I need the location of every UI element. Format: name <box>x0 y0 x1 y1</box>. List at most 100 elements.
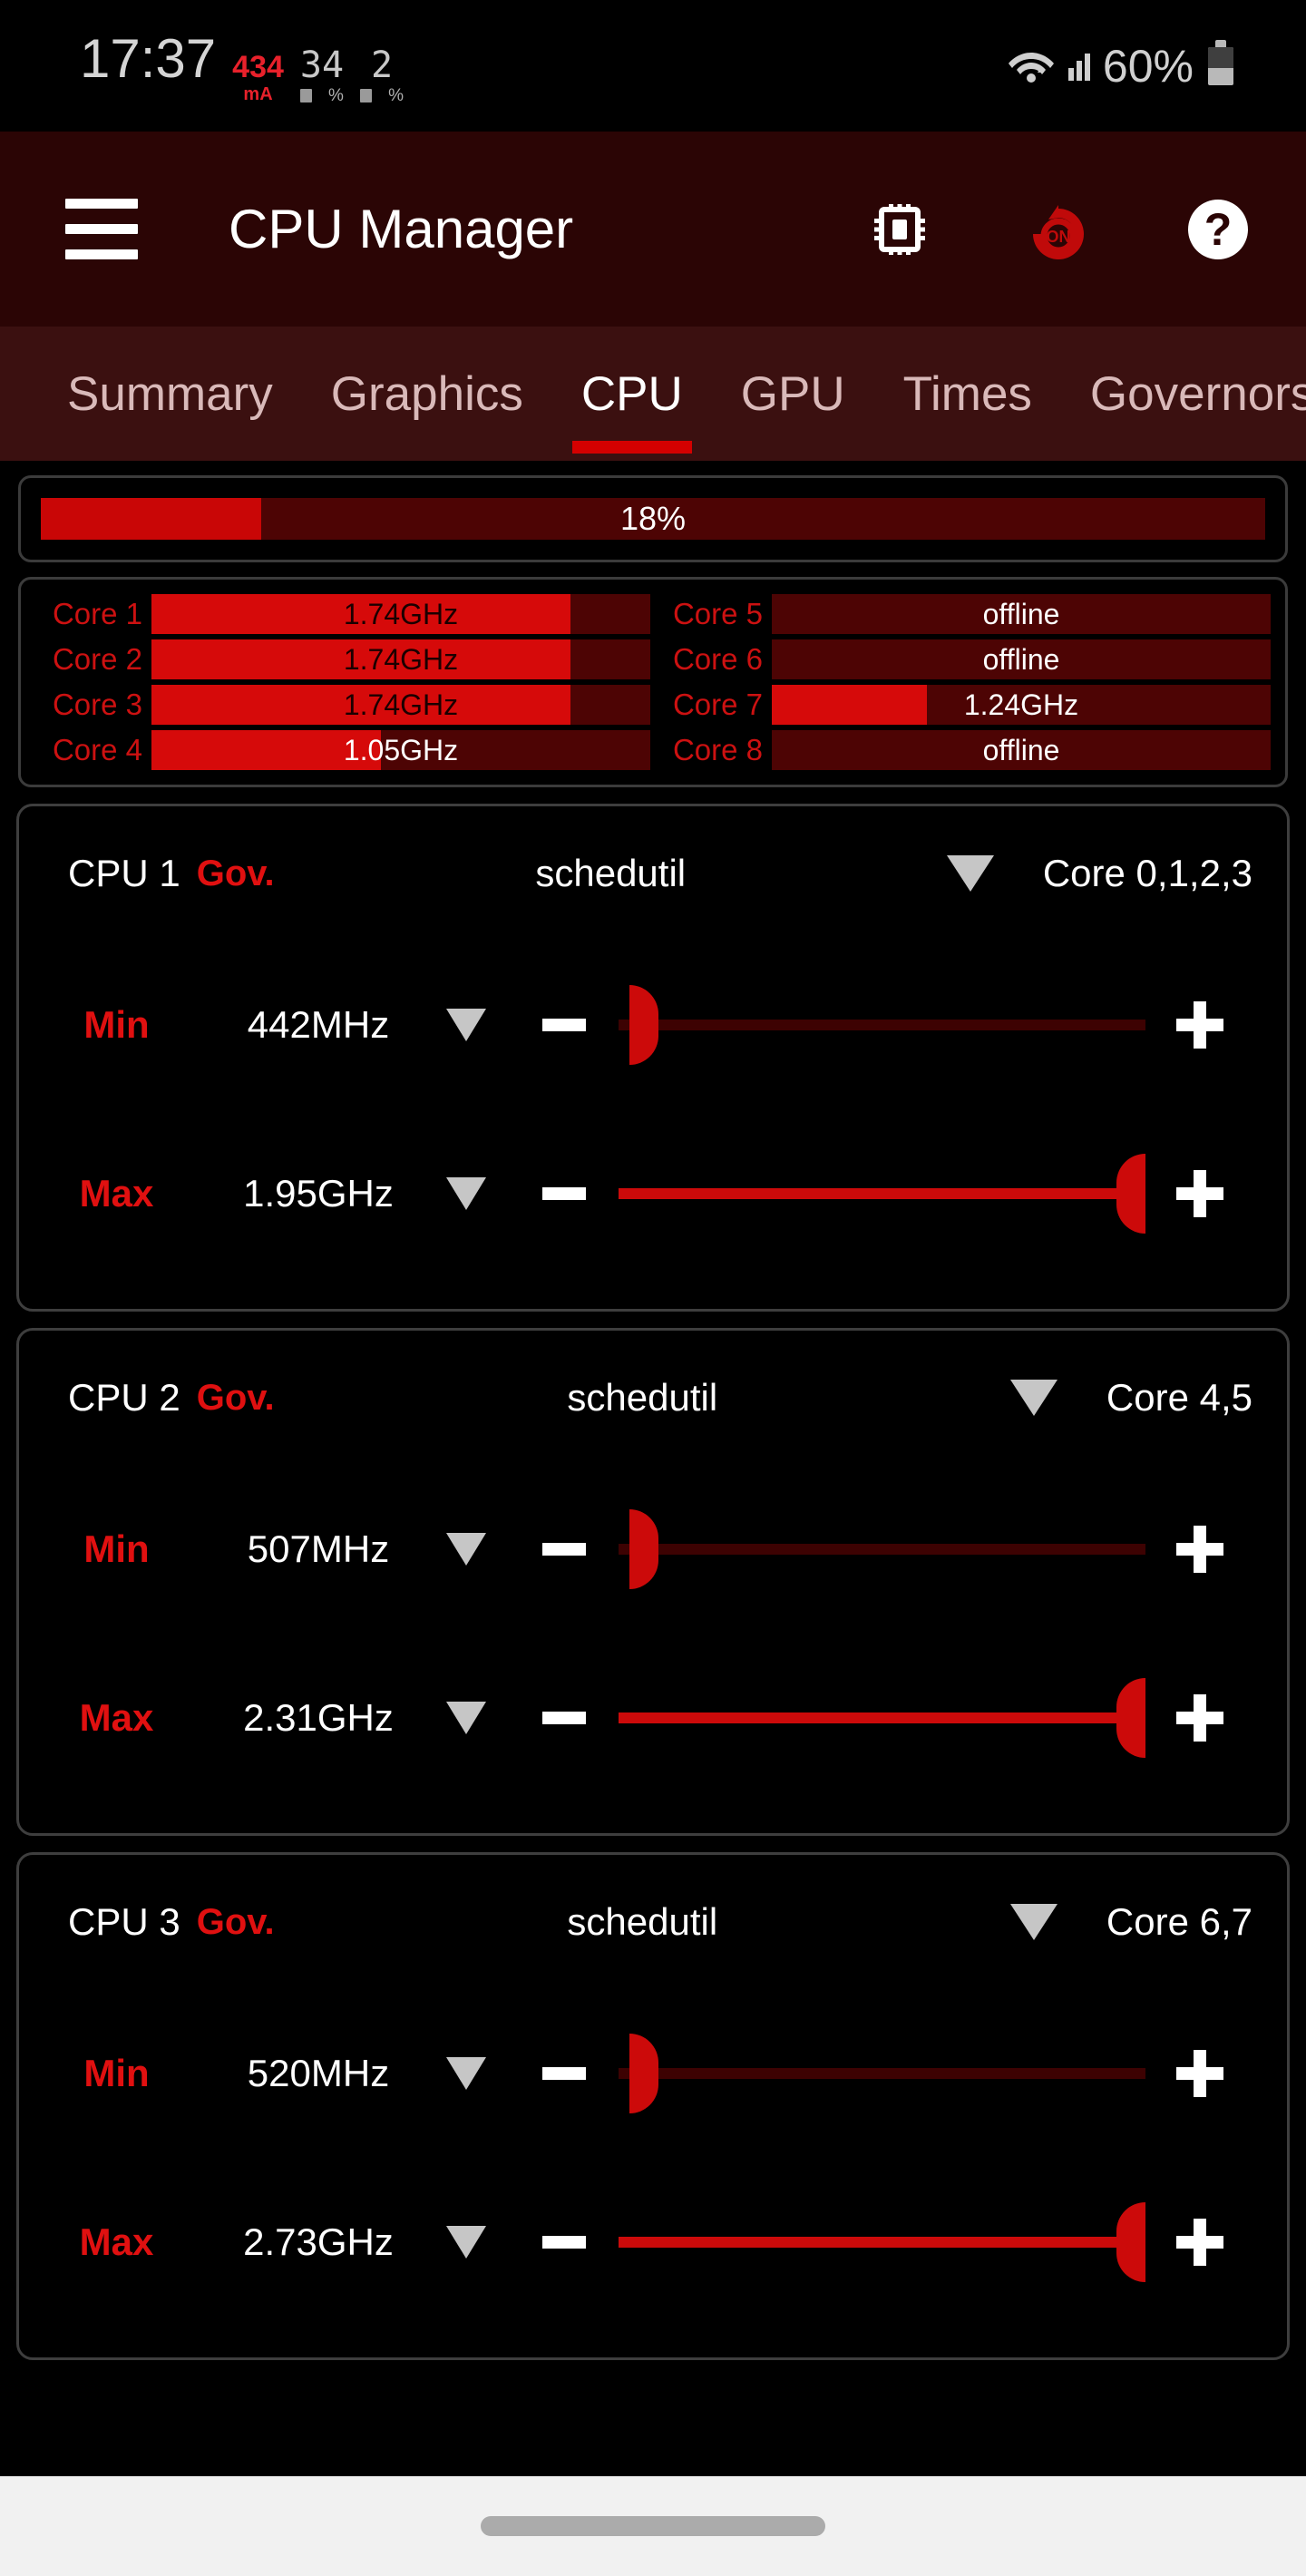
help-question-icon[interactable]: ? <box>1188 199 1248 259</box>
max-increment-button[interactable] <box>1145 2219 1254 2266</box>
slider-thumb[interactable] <box>1116 1678 1145 1758</box>
core-bar: offline <box>772 594 1271 634</box>
chevron-down-icon[interactable] <box>1009 1904 1057 1940</box>
max-decrement-button[interactable] <box>510 2236 619 2249</box>
core-value: 1.74GHz <box>343 597 459 630</box>
min-frequency-slider[interactable] <box>619 2033 1145 2114</box>
min-label: Min <box>83 1003 150 1046</box>
core-value: 1.24GHz <box>963 688 1079 721</box>
cpu-chip-small-icon <box>300 89 313 102</box>
tab-label: Graphics <box>330 366 523 421</box>
min-decrement-button[interactable] <box>510 1019 619 1031</box>
tab-label: CPU <box>580 366 683 421</box>
core-row: Core 5 offline <box>656 594 1271 634</box>
slider-thumb[interactable] <box>629 2034 658 2113</box>
chevron-down-icon[interactable] <box>446 1533 486 1566</box>
tab-times[interactable]: Times <box>874 327 1061 461</box>
cpu-cluster-name: CPU 3 <box>68 1900 180 1943</box>
chevron-down-icon[interactable] <box>446 1702 486 1734</box>
core-label: Core 6 <box>672 642 763 676</box>
slider-track <box>619 2237 1145 2248</box>
max-frequency-slider[interactable] <box>619 2201 1145 2283</box>
cpu-chip-icon[interactable] <box>871 200 929 259</box>
core-label: Core 3 <box>52 688 142 721</box>
max-increment-button[interactable] <box>1145 1170 1254 1217</box>
cpu-cluster-header: CPU 1 Gov. schedutil Core 0,1,2,3 <box>19 806 1287 941</box>
core-bar-fill <box>772 685 927 725</box>
chevron-down-icon[interactable] <box>446 2057 486 2090</box>
min-label: Min <box>83 1527 150 1570</box>
core-value: offline <box>982 597 1060 630</box>
cores-column-right: Core 5 offline Core 6 offline Core 7 1.2… <box>656 594 1271 770</box>
chevron-down-icon[interactable] <box>446 1177 486 1210</box>
max-frequency-slider[interactable] <box>619 1153 1145 1234</box>
tab-summary[interactable]: Summary <box>38 327 302 461</box>
cpu-max-frequency-row: Max 2.73GHz <box>19 2158 1287 2327</box>
cpu-cluster-card-2: CPU 2 Gov. schedutil Core 4,5 Min 507MHz… <box>16 1328 1290 1836</box>
min-increment-button[interactable] <box>1145 1526 1254 1573</box>
tab-label: GPU <box>740 366 845 421</box>
cpu-governor-value[interactable]: schedutil <box>275 1376 1010 1420</box>
cpu-cluster-cores: Core 0,1,2,3 <box>1042 852 1252 894</box>
total-cpu-usage-label: 18% <box>619 500 687 537</box>
core-row: Core 8 offline <box>656 730 1271 770</box>
chevron-down-icon[interactable] <box>446 1009 486 1041</box>
slider-thumb[interactable] <box>629 1509 658 1589</box>
max-decrement-button[interactable] <box>510 1712 619 1724</box>
tab-graphics[interactable]: Graphics <box>302 327 552 461</box>
hamburger-menu-icon[interactable] <box>65 199 138 259</box>
min-frequency-slider[interactable] <box>619 984 1145 1066</box>
core-label: Core 5 <box>672 597 763 630</box>
max-decrement-button[interactable] <box>510 1187 619 1200</box>
cpu-governor-label: Gov. <box>196 1901 275 1942</box>
gpu-usage-value: 2 <box>370 44 394 86</box>
max-value: 1.95GHz <box>243 1172 394 1215</box>
cpu-governor-value[interactable]: schedutil <box>275 1900 1010 1944</box>
tab-label: Governors <box>1089 366 1306 421</box>
max-label: Max <box>79 2220 154 2263</box>
wifi-icon <box>1007 44 1056 88</box>
min-value: 442MHz <box>247 1003 390 1046</box>
battery-percent-label: 60% <box>1102 40 1194 92</box>
chevron-down-icon[interactable] <box>946 855 994 892</box>
cpu-governor-value[interactable]: schedutil <box>275 852 947 895</box>
cpu-cluster-header: CPU 2 Gov. schedutil Core 4,5 <box>19 1331 1287 1465</box>
min-increment-button[interactable] <box>1145 2050 1254 2097</box>
min-frequency-slider[interactable] <box>619 1508 1145 1590</box>
core-value: offline <box>982 642 1060 676</box>
core-bar: offline <box>772 730 1271 770</box>
tab-cpu[interactable]: CPU <box>552 327 712 461</box>
slider-thumb[interactable] <box>1116 1154 1145 1234</box>
min-decrement-button[interactable] <box>510 2067 619 2080</box>
gpu-usage-percent-sign: % <box>388 86 404 105</box>
cpu-cluster-cores: Core 4,5 <box>1106 1376 1252 1419</box>
min-decrement-button[interactable] <box>510 1543 619 1556</box>
min-increment-button[interactable] <box>1145 1001 1254 1049</box>
core-bar: 1.74GHz <box>151 639 650 679</box>
max-frequency-slider[interactable] <box>619 1677 1145 1759</box>
cpu-cluster-name: CPU 2 <box>68 1376 180 1419</box>
cores-panel: Core 1 1.74GHz Core 2 1.74GHz Core 3 1.7… <box>18 577 1288 787</box>
reset-on-icon[interactable]: ON <box>1028 200 1088 259</box>
slider-thumb[interactable] <box>629 985 658 1065</box>
cores-column-left: Core 1 1.74GHz Core 2 1.74GHz Core 3 1.7… <box>35 594 656 770</box>
home-gesture-pill[interactable] <box>481 2516 825 2536</box>
core-bar: 1.24GHz <box>772 685 1271 725</box>
cpu-usage-indicator: 34 % <box>300 47 344 104</box>
tab-governors[interactable]: Governors <box>1061 327 1306 461</box>
battery-current-indicator: 434 mA <box>232 52 284 103</box>
cellular-signal-icon <box>1067 52 1090 81</box>
chevron-down-icon[interactable] <box>1009 1380 1057 1416</box>
tab-gpu[interactable]: GPU <box>712 327 874 461</box>
cpu-cluster-header: CPU 3 Gov. schedutil Core 6,7 <box>19 1855 1287 1989</box>
max-value: 2.73GHz <box>243 2220 394 2263</box>
slider-thumb[interactable] <box>1116 2202 1145 2282</box>
core-label: Core 1 <box>52 597 142 630</box>
max-increment-button[interactable] <box>1145 1694 1254 1742</box>
total-cpu-usage-panel: 18% <box>18 475 1288 562</box>
slider-track <box>619 1544 1145 1555</box>
page-title: CPU Manager <box>229 199 574 259</box>
cpu-governor-label: Gov. <box>196 1377 275 1418</box>
core-row: Core 1 1.74GHz <box>35 594 650 634</box>
chevron-down-icon[interactable] <box>446 2226 486 2259</box>
